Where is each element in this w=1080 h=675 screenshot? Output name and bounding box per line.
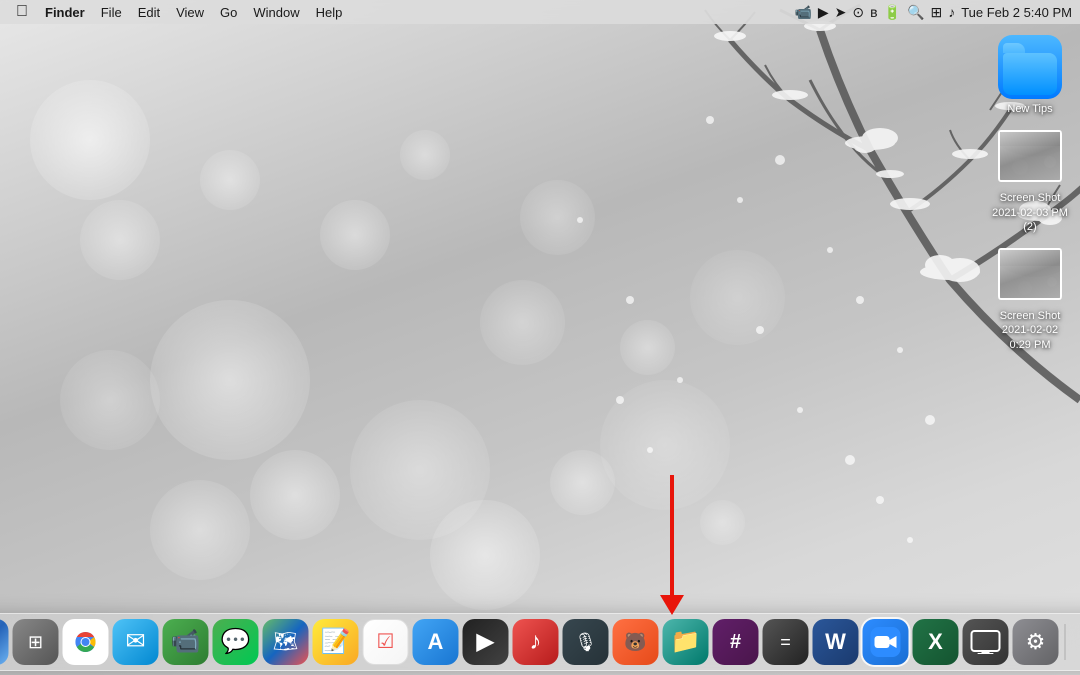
datetime-display: Tue Feb 2 5:40 PM: [961, 5, 1072, 20]
system-prefs-symbol: ⚙: [1026, 631, 1046, 653]
screenshot1-thumb: [998, 130, 1062, 182]
airplay-icon[interactable]: ▶: [818, 4, 829, 21]
dock-item-dark[interactable]: 🎙: [563, 619, 609, 665]
files-symbol: 📁: [671, 630, 701, 654]
dock-item-trash[interactable]: 🗑: [1072, 619, 1080, 665]
menubar:  Finder File Edit View Go Window Help 📹…: [0, 0, 1080, 24]
facetime-symbol: 📹: [171, 630, 201, 654]
music-symbol: ♪: [530, 630, 542, 654]
menu-go[interactable]: Go: [213, 3, 244, 22]
dock-item-system-prefs[interactable]: ⚙: [1013, 619, 1059, 665]
dock-item-zoom[interactable]: [863, 619, 909, 665]
dock-item-messages[interactable]: 💬: [213, 619, 259, 665]
red-arrow: [660, 475, 684, 615]
folder-icon-img: [998, 35, 1062, 99]
dock-item-excel[interactable]: X: [913, 619, 959, 665]
battery-icon[interactable]: 🔋: [884, 4, 901, 21]
dock-item-calculator[interactable]: =: [763, 619, 809, 665]
dock-item-mail[interactable]: ✉: [113, 619, 159, 665]
dock-item-music[interactable]: ♪: [513, 619, 559, 665]
dock-item-reminders[interactable]: ☑: [363, 619, 409, 665]
dock-item-finder[interactable]: [0, 619, 9, 665]
menu-file[interactable]: File: [94, 3, 129, 22]
apple-menu[interactable]: : [8, 3, 36, 21]
arrow-head: [660, 595, 684, 615]
excel-symbol: X: [928, 631, 943, 653]
dock-separator: [1065, 624, 1066, 660]
search-icon[interactable]: 🔍: [907, 4, 924, 21]
desktop-icon-new-tips[interactable]: New Tips: [990, 35, 1070, 116]
dock-item-facetime[interactable]: 📹: [163, 619, 209, 665]
dock-item-slack[interactable]: #: [713, 619, 759, 665]
desktop-icon-screenshot1[interactable]: Screen Shot2021-02-03 PM (2): [990, 124, 1070, 234]
bear-symbol: 🐻: [624, 633, 646, 651]
wifi-icon[interactable]: ⊙: [852, 4, 864, 21]
dock-item-launchpad[interactable]: ⊞: [13, 619, 59, 665]
share-icon[interactable]: ➤: [835, 4, 847, 21]
menubar-left:  Finder File Edit View Go Window Help: [8, 3, 349, 22]
folder-icon-inner: [1003, 53, 1057, 95]
menubar-right: 📹 ▶ ➤ ⊙ ʙ 🔋 🔍 ⊞ ♪ Tue Feb 2 5:40 PM: [794, 4, 1072, 21]
launchpad-symbol: ⊞: [28, 633, 43, 651]
desktop-icons: New Tips Screen Shot2021-02-03 PM (2): [990, 35, 1070, 352]
dark-symbol: 🎙: [574, 633, 597, 651]
appletv-symbol: ▶: [476, 630, 494, 654]
screenshot2-thumb: [998, 248, 1062, 300]
word-symbol: W: [825, 631, 846, 653]
menu-edit[interactable]: Edit: [131, 3, 167, 22]
dock-item-chrome[interactable]: [63, 619, 109, 665]
calc-symbol: =: [780, 633, 791, 651]
music-note-icon[interactable]: ♪: [948, 4, 955, 20]
arrow-shaft: [670, 475, 674, 595]
dock-item-appletv[interactable]: ▶: [463, 619, 509, 665]
mail-symbol: ✉: [125, 630, 145, 654]
bluetooth-icon[interactable]: ʙ: [870, 4, 877, 20]
dock-item-files[interactable]: 📁: [663, 619, 709, 665]
reminders-symbol: ☑: [377, 632, 395, 652]
screenshot2-label: Screen Shot2021-02-02 0:29 PM: [990, 309, 1070, 352]
messages-symbol: 💬: [221, 630, 251, 654]
appstore-symbol: A: [428, 631, 444, 653]
menu-view[interactable]: View: [169, 3, 211, 22]
slack-symbol: #: [730, 632, 741, 652]
facetime-icon[interactable]: 📹: [794, 4, 811, 21]
app-name[interactable]: Finder: [38, 3, 92, 22]
dock-container: ⊞ ✉: [0, 613, 1080, 671]
dock-item-notes[interactable]: 📝: [313, 619, 359, 665]
screen-capture-icon[interactable]: ⊞: [930, 4, 942, 21]
desktop-icon-screenshot2[interactable]: Screen Shot2021-02-02 0:29 PM: [990, 242, 1070, 352]
screenshot1-img: [998, 124, 1062, 188]
menu-window[interactable]: Window: [246, 3, 306, 22]
dock-item-appstore[interactable]: A: [413, 619, 459, 665]
notes-symbol: 📝: [321, 630, 351, 654]
desktop:  Finder File Edit View Go Window Help 📹…: [0, 0, 1080, 675]
folder-icon-shape: [998, 35, 1062, 99]
screenshot2-img: [998, 242, 1062, 306]
dock-item-bear[interactable]: 🐻: [613, 619, 659, 665]
dock: ⊞ ✉: [0, 613, 1080, 671]
dock-item-maps[interactable]: 🗺: [263, 619, 309, 665]
maps-symbol: 🗺: [273, 632, 298, 652]
new-tips-label: New Tips: [1007, 102, 1052, 116]
dock-item-word[interactable]: W: [813, 619, 859, 665]
screenshot1-label: Screen Shot2021-02-03 PM (2): [990, 191, 1070, 234]
menu-help[interactable]: Help: [309, 3, 350, 22]
dock-item-screenrecord[interactable]: [963, 619, 1009, 665]
